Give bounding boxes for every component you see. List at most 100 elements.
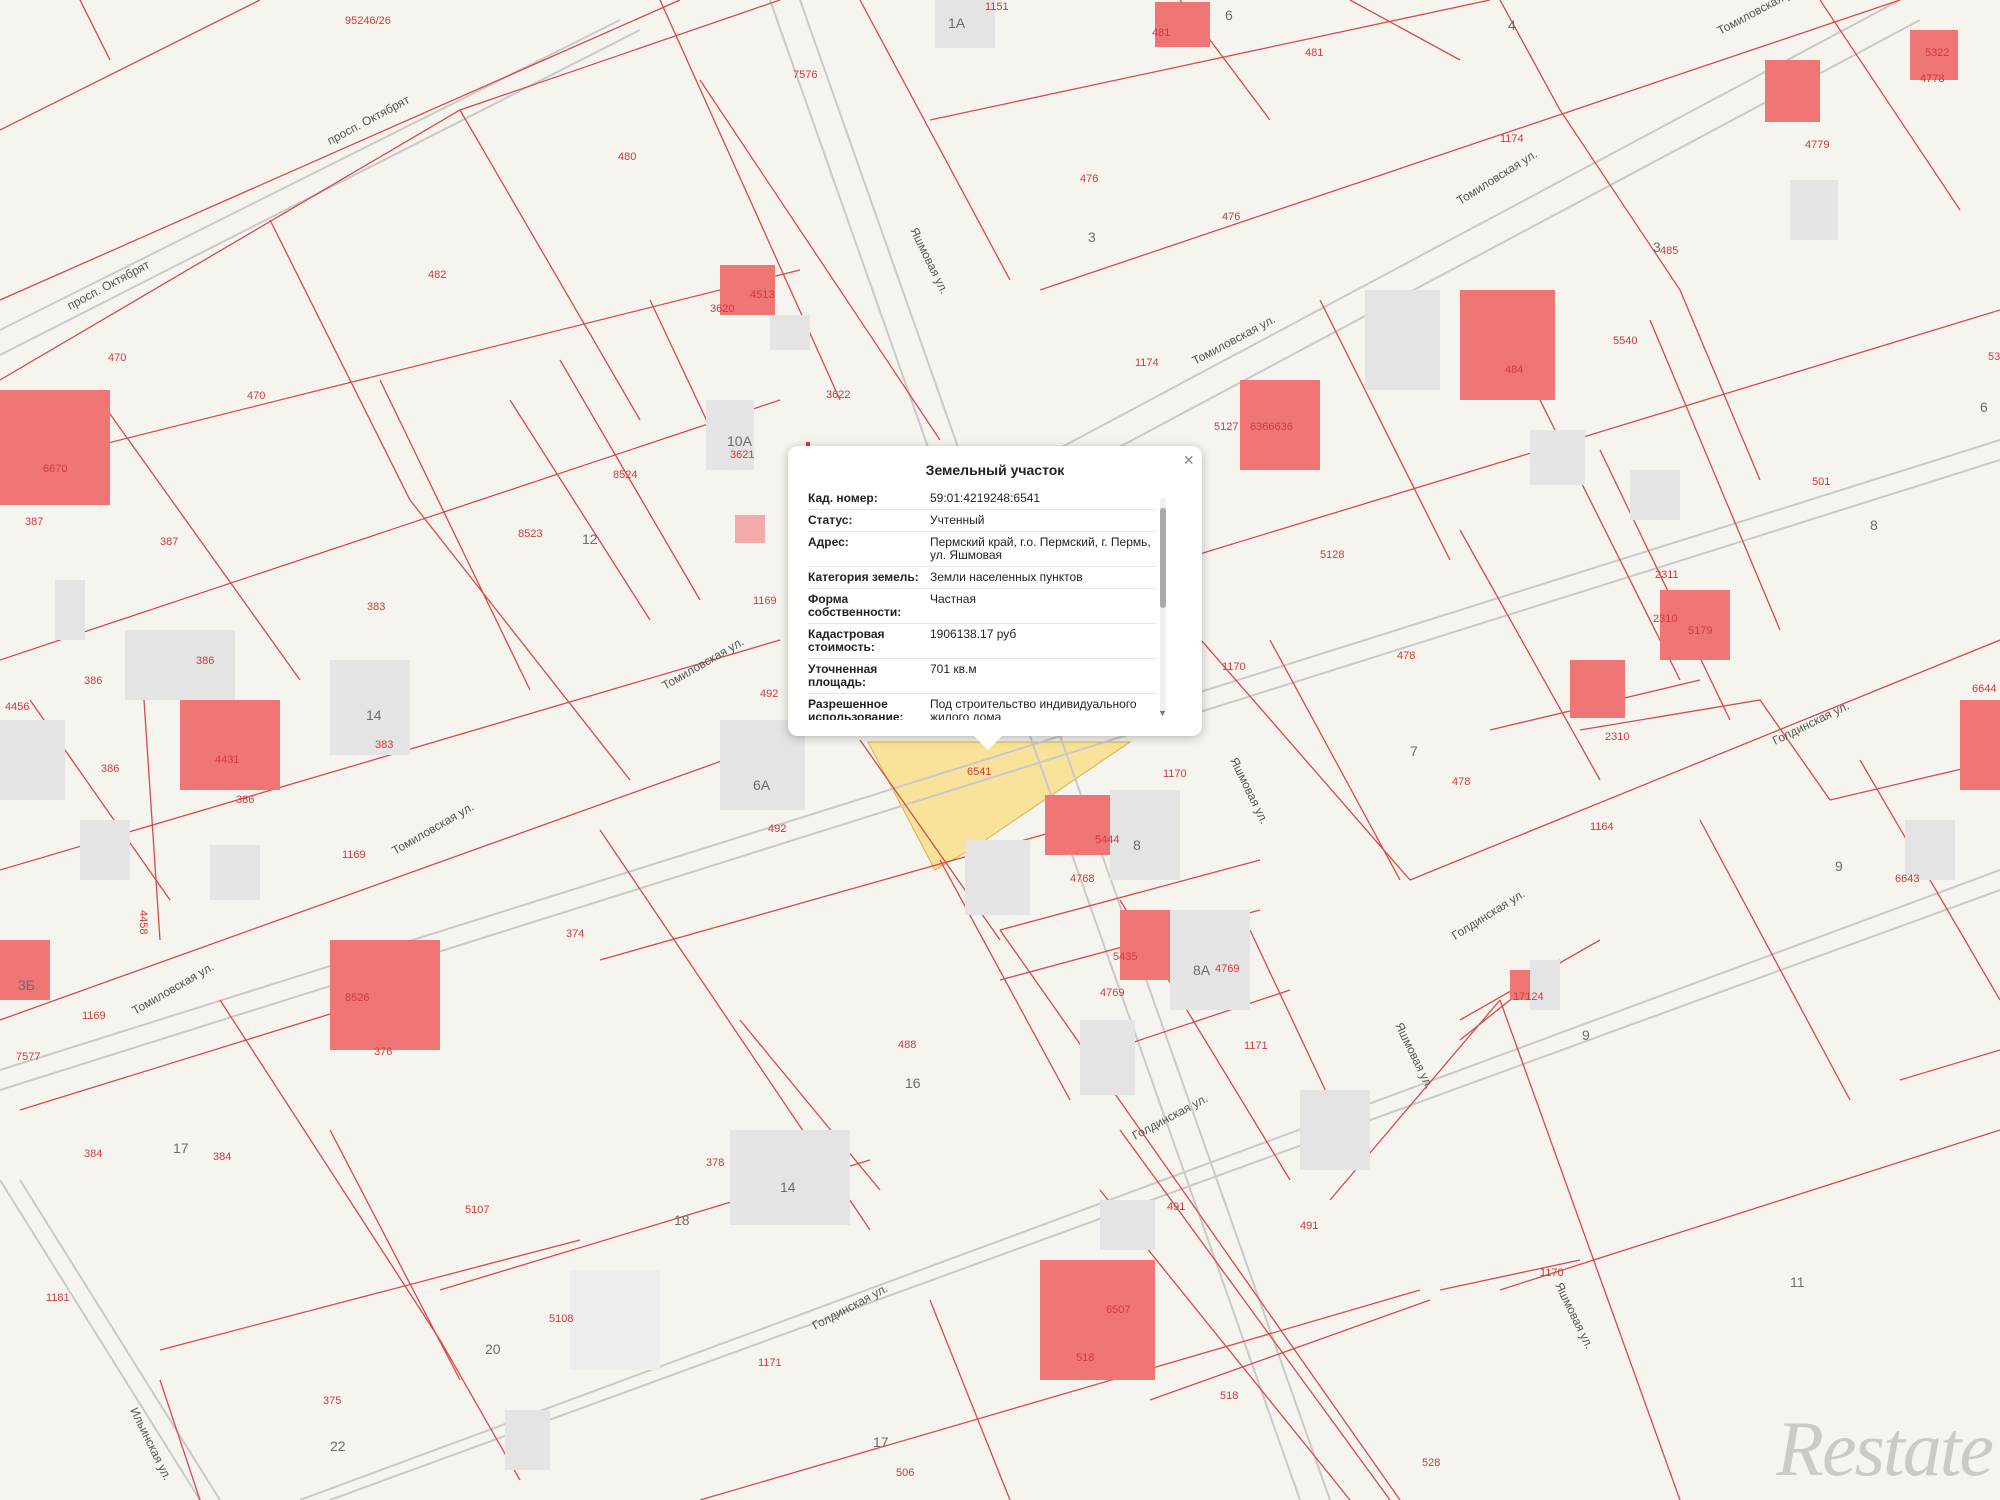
- svg-text:5540: 5540: [1613, 335, 1637, 347]
- svg-text:1174: 1174: [1135, 357, 1159, 369]
- svg-text:480: 480: [618, 151, 636, 163]
- svg-text:383: 383: [367, 601, 385, 613]
- svg-text:374: 374: [566, 928, 584, 940]
- svg-text:4: 4: [1508, 17, 1516, 33]
- svg-text:3620: 3620: [710, 303, 734, 315]
- svg-text:7576: 7576: [793, 69, 817, 81]
- scroll-down-icon[interactable]: ▼: [1158, 708, 1167, 718]
- scroll-thumb[interactable]: [1160, 508, 1166, 608]
- row-ownership: Форма собственности: Частная: [808, 589, 1156, 624]
- svg-text:4778: 4778: [1920, 73, 1944, 85]
- svg-text:481: 481: [1305, 47, 1323, 59]
- svg-text:9: 9: [1835, 858, 1843, 874]
- svg-text:491: 491: [1167, 1201, 1185, 1213]
- svg-text:8А: 8А: [1193, 962, 1211, 978]
- svg-text:478: 478: [1397, 650, 1415, 662]
- svg-text:6643: 6643: [1895, 873, 1919, 885]
- svg-text:1151: 1151: [985, 1, 1009, 13]
- svg-text:8524: 8524: [613, 469, 637, 481]
- svg-text:4458: 4458: [137, 910, 149, 934]
- svg-text:3Б: 3Б: [18, 977, 35, 993]
- svg-text:476: 476: [1080, 173, 1098, 185]
- svg-text:4456: 4456: [5, 701, 29, 713]
- svg-text:1171: 1171: [1244, 1040, 1268, 1052]
- svg-text:1171: 1171: [758, 1357, 782, 1369]
- svg-text:2310: 2310: [1653, 613, 1677, 625]
- row-key: Форма собственности:: [808, 592, 902, 619]
- svg-text:4513: 4513: [750, 289, 774, 301]
- svg-text:4769: 4769: [1215, 963, 1239, 975]
- svg-text:14: 14: [366, 707, 382, 723]
- row-address: Адрес: Пермский край, г.о. Пермский, г. П…: [808, 532, 1156, 567]
- row-key: Кад. номер:: [808, 491, 878, 505]
- svg-text:386: 386: [236, 794, 254, 806]
- row-value: 59:01:4219248:6541: [930, 491, 1041, 505]
- row-status: Статус: Учтенный: [808, 510, 1156, 532]
- svg-text:6541: 6541: [967, 766, 991, 778]
- svg-text:7: 7: [1410, 743, 1418, 759]
- svg-text:506: 506: [896, 1467, 914, 1479]
- svg-text:17124: 17124: [1513, 991, 1544, 1003]
- row-land-category: Категория земель: Земли населенных пункто…: [808, 567, 1156, 589]
- svg-text:2311: 2311: [1655, 569, 1679, 581]
- svg-text:1169: 1169: [342, 849, 366, 861]
- svg-text:1170: 1170: [1540, 1267, 1564, 1279]
- svg-text:9: 9: [1582, 1027, 1590, 1043]
- map-viewport[interactable]: просп. Октябрят просп. Октябрят Томиловс…: [0, 0, 2000, 1500]
- popup-scrollbar[interactable]: [1160, 498, 1166, 716]
- svg-text:18: 18: [674, 1212, 690, 1228]
- svg-text:6507: 6507: [1106, 1304, 1130, 1316]
- row-value: Земли населенных пунктов: [930, 570, 1083, 584]
- svg-text:8526: 8526: [345, 992, 369, 1004]
- svg-text:4779: 4779: [1805, 139, 1829, 151]
- svg-text:3621: 3621: [730, 449, 754, 461]
- svg-text:5322: 5322: [1925, 47, 1949, 59]
- svg-text:518: 518: [1076, 1352, 1094, 1364]
- svg-text:5127: 5127: [1214, 421, 1238, 433]
- svg-text:4769: 4769: [1100, 987, 1124, 999]
- row-cadastral-value: Кадастровая стоимость: 1906138.17 руб: [808, 624, 1156, 659]
- svg-text:22: 22: [330, 1438, 346, 1454]
- svg-text:492: 492: [760, 688, 778, 700]
- svg-text:488: 488: [898, 1039, 916, 1051]
- row-key: Адрес:: [808, 535, 849, 549]
- cadastral-map[interactable]: просп. Октябрят просп. Октябрят Томиловс…: [0, 0, 2000, 1500]
- svg-text:384: 384: [213, 1151, 231, 1163]
- svg-text:387: 387: [160, 536, 178, 548]
- svg-text:481: 481: [1152, 27, 1170, 39]
- svg-text:3: 3: [1088, 229, 1096, 245]
- svg-text:3: 3: [1653, 239, 1661, 255]
- row-value: 701 кв.м: [930, 662, 977, 676]
- svg-text:1А: 1А: [948, 15, 966, 31]
- row-key: Разрешенное использование:: [808, 697, 904, 721]
- svg-text:528: 528: [1422, 1457, 1440, 1469]
- svg-text:10А: 10А: [727, 433, 753, 449]
- svg-text:1169: 1169: [82, 1010, 106, 1022]
- svg-text:1164: 1164: [1590, 821, 1614, 833]
- svg-text:3622: 3622: [826, 389, 850, 401]
- svg-text:17: 17: [873, 1434, 889, 1450]
- svg-text:7577: 7577: [16, 1051, 40, 1063]
- svg-text:470: 470: [108, 352, 126, 364]
- svg-text:17: 17: [173, 1140, 189, 1156]
- row-key: Уточненная площадь:: [808, 662, 878, 689]
- close-icon[interactable]: ×: [1183, 450, 1194, 471]
- svg-text:384: 384: [84, 1148, 102, 1160]
- svg-text:1174: 1174: [1500, 133, 1524, 145]
- svg-text:8523: 8523: [518, 528, 542, 540]
- svg-text:383: 383: [375, 739, 393, 751]
- svg-text:470: 470: [247, 390, 265, 402]
- row-key: Категория земель:: [808, 570, 919, 584]
- row-value: Учтенный: [930, 513, 985, 527]
- popup-rows[interactable]: Кад. номер: 59:01:4219248:6541 Статус: Учт…: [808, 488, 1156, 720]
- row-value: Пермский край, г.о. Пермский, г. Пермь, …: [930, 535, 1151, 562]
- svg-text:484: 484: [1505, 364, 1523, 376]
- svg-text:8: 8: [1133, 837, 1141, 853]
- svg-text:378: 378: [706, 1157, 724, 1169]
- svg-text:518: 518: [1220, 1390, 1238, 1402]
- svg-text:16: 16: [905, 1075, 921, 1091]
- row-key: Статус:: [808, 513, 853, 527]
- svg-text:375: 375: [323, 1395, 341, 1407]
- watermark-logo: Restate: [1776, 1405, 1994, 1492]
- svg-text:478: 478: [1452, 776, 1470, 788]
